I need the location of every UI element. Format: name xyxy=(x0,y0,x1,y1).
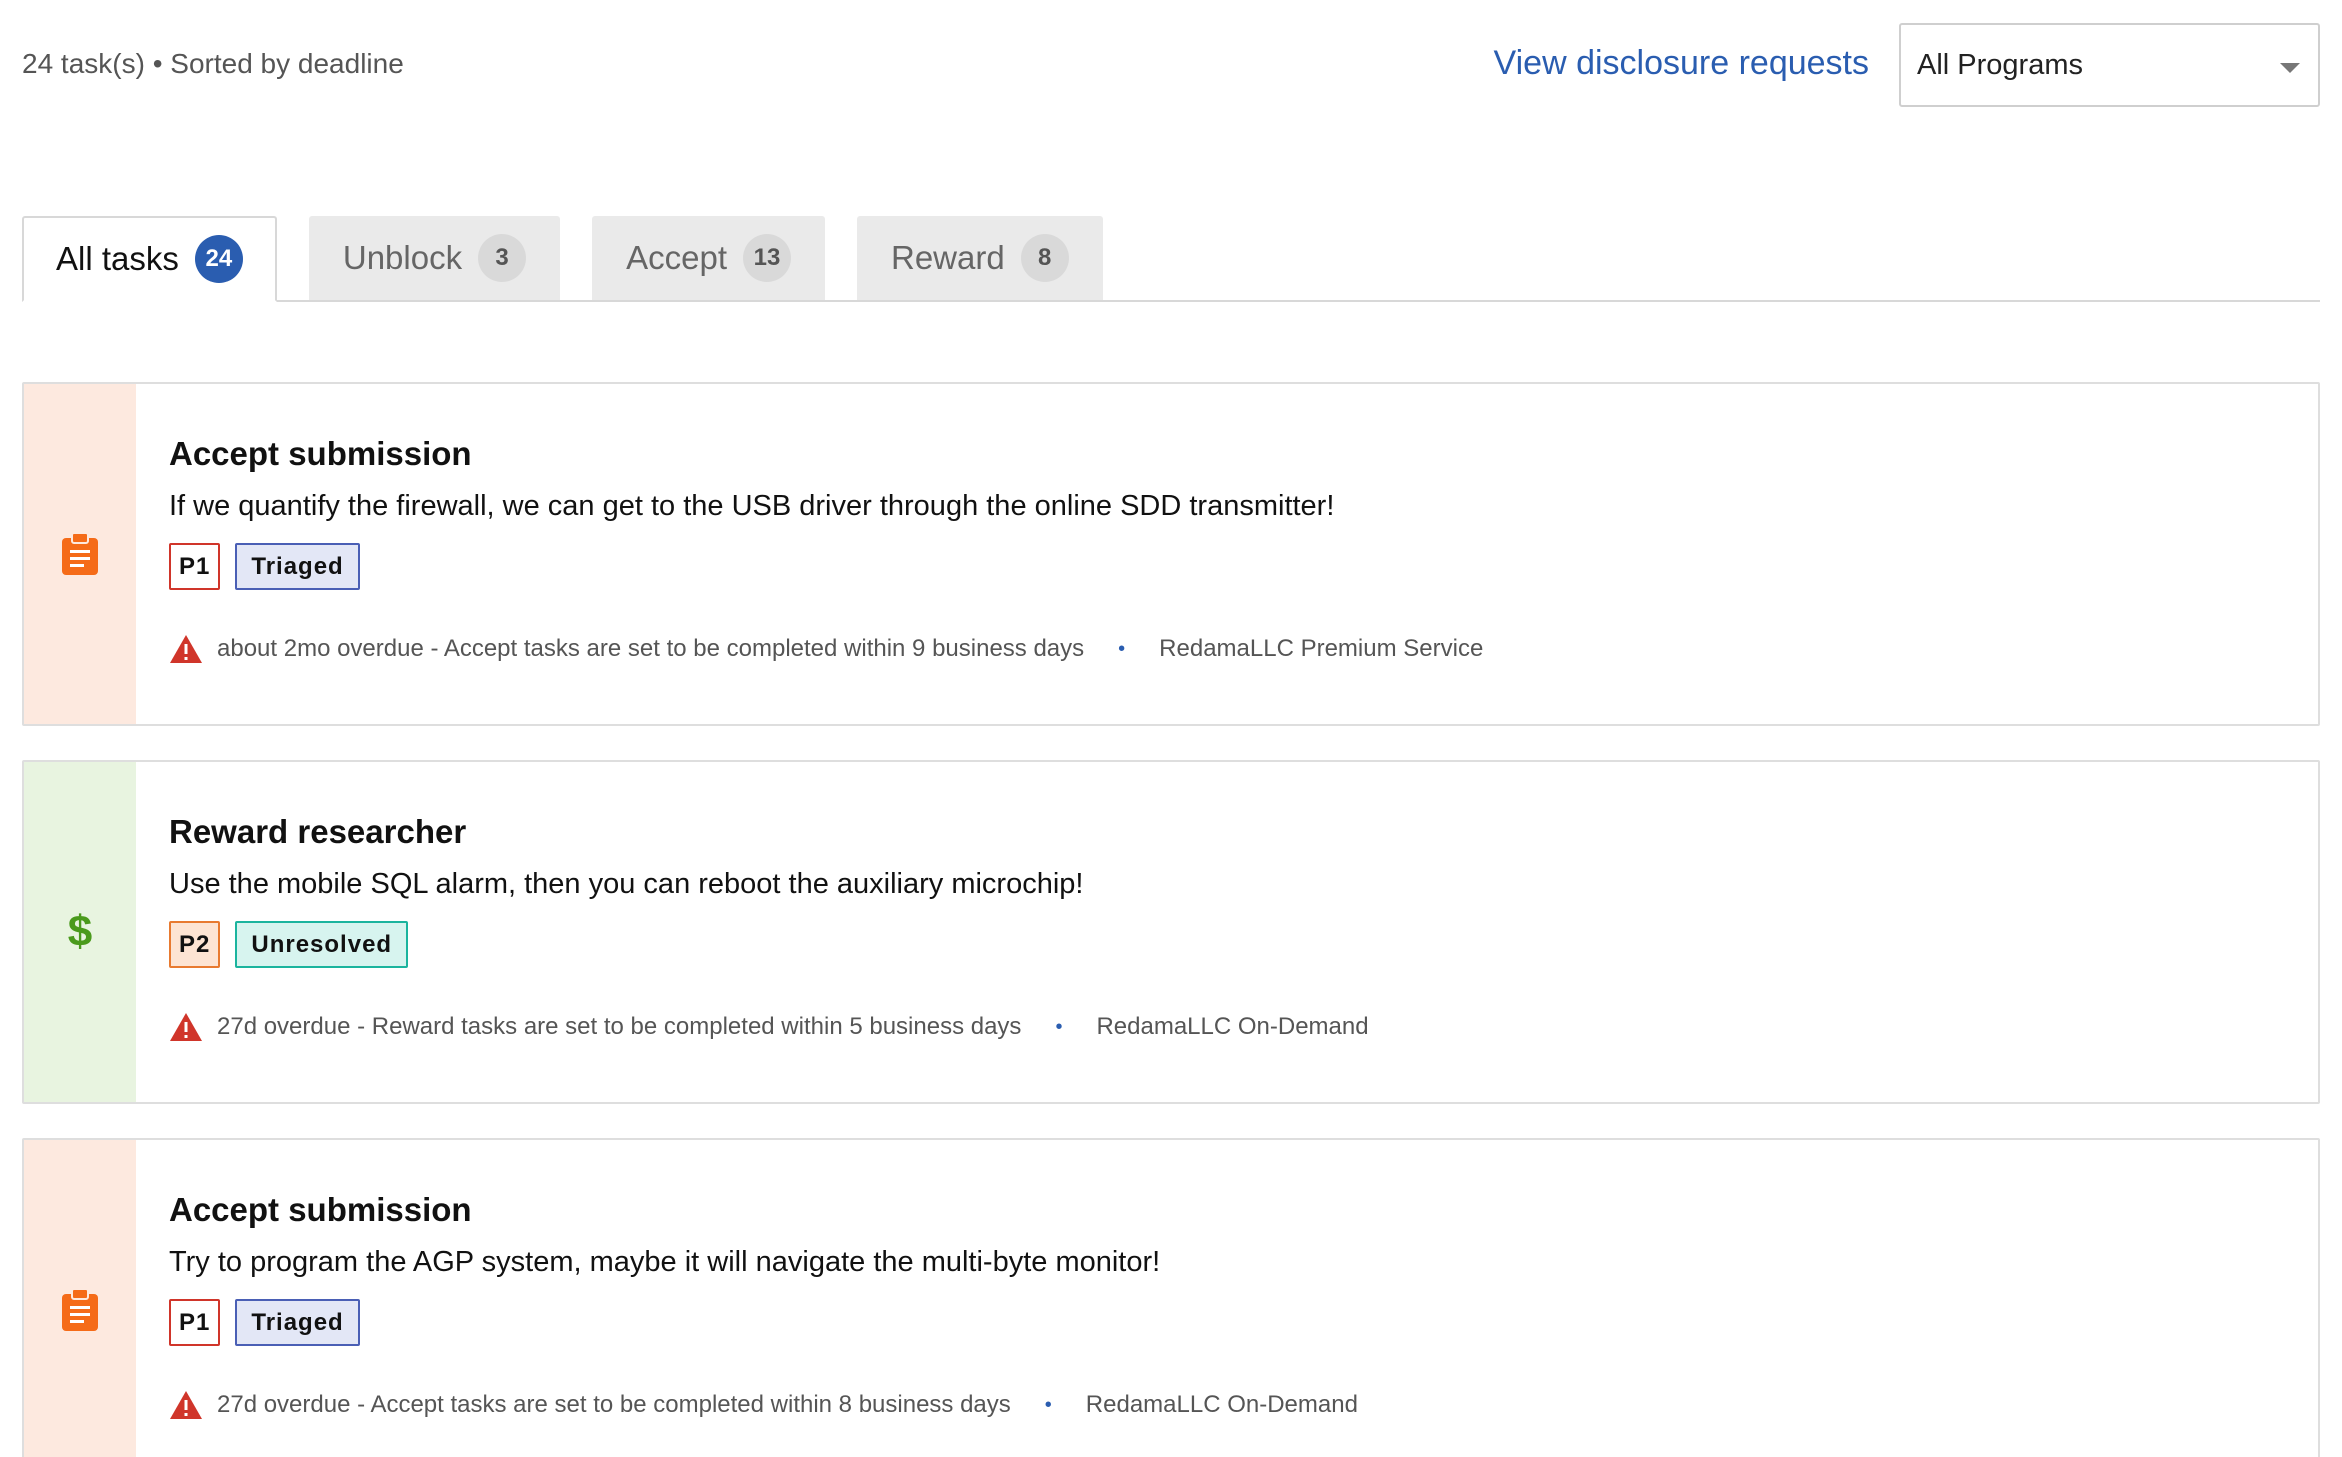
tab-accept[interactable]: Accept 13 xyxy=(592,216,825,300)
state-badge: Triaged xyxy=(235,543,360,591)
task-title: Accept submission xyxy=(169,1191,472,1228)
separator-dot: • xyxy=(1044,1393,1052,1416)
tab-count-badge: 8 xyxy=(1020,234,1069,282)
task-meta: 27d overdue - Reward tasks are set to be… xyxy=(169,1012,2318,1042)
warning-icon xyxy=(169,1390,203,1420)
tab-all-tasks[interactable]: All tasks 24 xyxy=(22,216,277,302)
task-badges: P1 Triaged xyxy=(169,1299,2318,1347)
task-description: Try to program the AGP system, maybe it … xyxy=(169,1246,1161,1279)
tab-label: Unblock xyxy=(342,239,463,276)
chevron-down-icon xyxy=(2280,63,2300,73)
deadline-text: 27d overdue - Accept tasks are set to be… xyxy=(217,1391,1011,1419)
task-description: Use the mobile SQL alarm, then you can r… xyxy=(169,868,1084,901)
task-type-rail xyxy=(24,384,136,724)
task-badges: P2 Unresolved xyxy=(169,921,2318,969)
view-disclosure-requests-link[interactable]: View disclosure requests xyxy=(1494,44,1869,83)
program-select-value: All Programs xyxy=(1917,48,2083,81)
task-description: If we quantify the firewall, we can get … xyxy=(169,490,1335,523)
dollar-icon: $ xyxy=(67,907,93,956)
tab-label: Accept xyxy=(626,239,727,276)
clipboard-icon xyxy=(60,1288,100,1332)
task-body: Accept submission If we quantify the fir… xyxy=(136,384,2318,724)
task-body: Reward researcher Use the mobile SQL ala… xyxy=(136,762,2318,1102)
task-type-rail: $ xyxy=(24,762,136,1102)
separator-dot: • xyxy=(1055,1015,1063,1038)
tab-count-badge: 24 xyxy=(194,235,243,283)
separator-dot: • xyxy=(1118,637,1126,660)
tab-reward[interactable]: Reward 8 xyxy=(857,216,1103,300)
task-card[interactable]: Accept submission If we quantify the fir… xyxy=(22,382,2320,726)
top-bar: 24 task(s) • Sorted by deadline View dis… xyxy=(22,0,2320,132)
tab-count-badge: 3 xyxy=(478,234,527,282)
priority-badge: P1 xyxy=(169,543,221,591)
program-select[interactable]: All Programs xyxy=(1899,23,2320,107)
task-tabs: All tasks 24 Unblock 3 Accept 13 Reward … xyxy=(22,174,2320,302)
program-name: RedamaLLC On-Demand xyxy=(1096,1013,1369,1041)
tab-label: All tasks xyxy=(56,240,179,277)
task-title: Accept submission xyxy=(169,435,472,472)
clipboard-icon xyxy=(60,532,100,576)
task-list: Accept submission If we quantify the fir… xyxy=(22,382,2320,1457)
tab-label: Reward xyxy=(891,239,1005,276)
deadline-text: 27d overdue - Reward tasks are set to be… xyxy=(217,1013,1022,1041)
program-name: RedamaLLC Premium Service xyxy=(1159,635,1484,663)
priority-badge: P2 xyxy=(169,921,221,969)
warning-icon xyxy=(169,634,203,664)
tab-count-badge: 13 xyxy=(743,234,791,282)
task-page: 24 task(s) • Sorted by deadline View dis… xyxy=(0,0,2342,1457)
task-title: Reward researcher xyxy=(169,813,467,850)
tab-unblock[interactable]: Unblock 3 xyxy=(308,216,561,300)
deadline-text: about 2mo overdue - Accept tasks are set… xyxy=(217,635,1085,663)
task-card[interactable]: $ Reward researcher Use the mobile SQL a… xyxy=(22,760,2320,1104)
task-summary: 24 task(s) • Sorted by deadline xyxy=(22,48,404,79)
state-badge: Unresolved xyxy=(235,921,409,969)
task-meta: 27d overdue - Accept tasks are set to be… xyxy=(169,1390,2318,1420)
task-card[interactable]: Accept submission Try to program the AGP… xyxy=(22,1138,2320,1457)
state-badge: Triaged xyxy=(235,1299,360,1347)
task-meta: about 2mo overdue - Accept tasks are set… xyxy=(169,634,2318,664)
task-badges: P1 Triaged xyxy=(169,543,2318,591)
task-type-rail xyxy=(24,1140,136,1457)
priority-badge: P1 xyxy=(169,1299,221,1347)
warning-icon xyxy=(169,1012,203,1042)
program-name: RedamaLLC On-Demand xyxy=(1085,1391,1358,1419)
task-body: Accept submission Try to program the AGP… xyxy=(136,1140,2318,1457)
